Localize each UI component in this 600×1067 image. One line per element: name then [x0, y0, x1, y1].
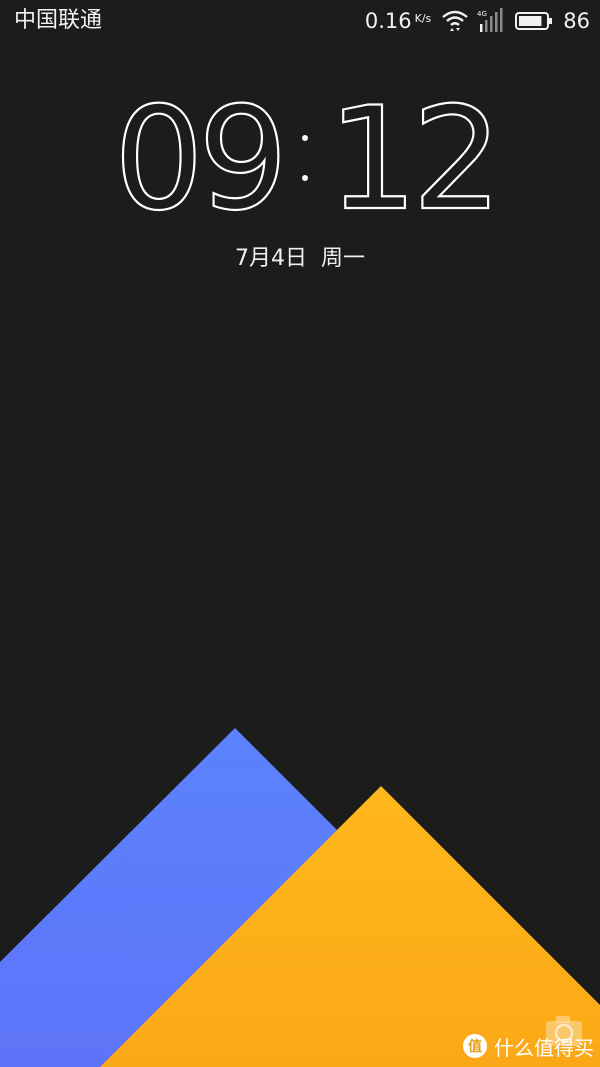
clock-digits: 09 12 — [113, 88, 504, 228]
clock-minutes: 12 — [328, 88, 497, 228]
network-speed-unit: K/s — [414, 12, 432, 25]
watermark-logo-icon: 值 — [463, 1034, 487, 1058]
clock-hours: 09 — [114, 88, 283, 228]
lock-screen: 中国联通 0.16 K/s 4G 86 09 12 7月4日 周一 值 什么值得… — [0, 0, 600, 1067]
status-bar: 中国联通 0.16 K/s 4G 86 — [0, 0, 600, 44]
battery-percent: 86 — [563, 9, 590, 33]
date-line: 7月4日 周一 — [0, 244, 600, 274]
clock-colon-bottom — [302, 175, 308, 181]
date-month-day: 7月4日 — [234, 246, 307, 271]
date-weekday: 周一 — [320, 246, 365, 271]
wifi-icon — [442, 10, 469, 31]
svg-text:值: 值 — [468, 1038, 482, 1055]
battery-icon — [515, 12, 553, 30]
carrier-name: 中国联通 — [14, 8, 103, 33]
watermark: 值 什么值得买 — [462, 1029, 594, 1063]
network-speed: 0.16 K/s — [365, 9, 431, 33]
network-type-label: 4G — [477, 10, 487, 18]
status-indicators: 0.16 K/s 4G 86 — [365, 6, 590, 36]
clock-colon-top — [302, 135, 308, 141]
cellular-signal-icon: 4G — [477, 8, 503, 32]
network-speed-value: 0.16 — [364, 9, 412, 33]
clock: 09 12 — [0, 88, 600, 228]
watermark-text: 什么值得买 — [494, 1035, 594, 1060]
